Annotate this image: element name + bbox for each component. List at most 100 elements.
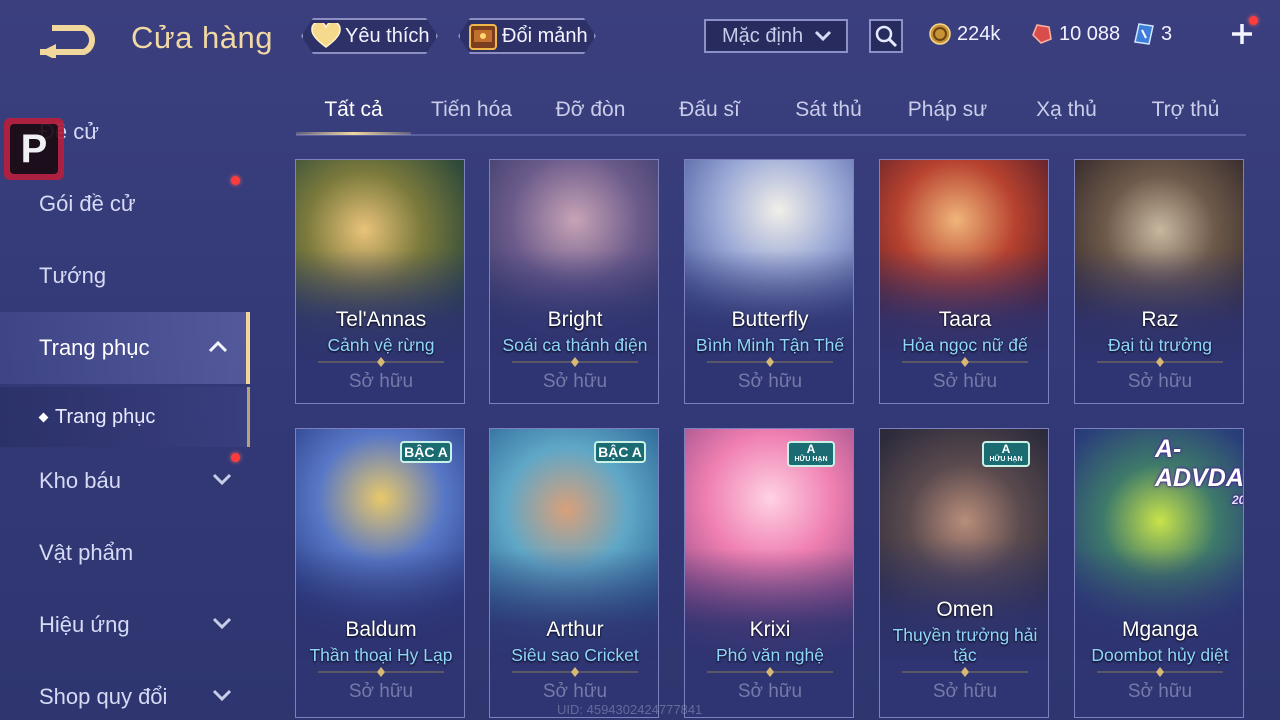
chevron-down-icon [212, 617, 232, 630]
ornament-divider [318, 667, 444, 677]
gold-balance: 224k [929, 20, 1000, 48]
search-button[interactable] [869, 19, 903, 53]
tier-badge-label: A [1001, 442, 1011, 456]
ornament-divider [1097, 667, 1223, 677]
sidebar-item-items[interactable]: Vật phẩm [0, 517, 250, 589]
chevron-up-icon [208, 340, 228, 353]
tier-badge-label: A [806, 442, 816, 456]
category-tabs: Tất cả Tiến hóa Đỡ đòn Đấu sĩ Sát thủ Ph… [296, 92, 1246, 136]
hero-name: Arthur [546, 618, 604, 641]
chevron-down-icon [212, 689, 232, 702]
exchange-shard-button[interactable]: Đổi mảnh [458, 18, 596, 54]
treasure-chest-icon [468, 22, 498, 50]
back-arrow-icon[interactable] [36, 22, 106, 60]
owned-status: Sở hữu [737, 681, 803, 702]
tab-support[interactable]: Trợ thủ [1128, 98, 1243, 134]
hero-name: Krixi [749, 618, 791, 641]
sort-dropdown[interactable]: Mặc định [704, 19, 848, 53]
skin-card[interactable]: BẬC A Baldum Thần thoại Hy Lạp Sở hữu [295, 428, 465, 718]
notification-dot [1249, 16, 1258, 25]
plus-icon [1232, 24, 1252, 44]
hero-name: Mganga [1122, 618, 1198, 641]
skin-name: Doombot hủy diệt [1091, 645, 1229, 665]
limited-label: HỮU HẠN [989, 456, 1023, 463]
sidebar-item-heroes[interactable]: Tướng [0, 240, 250, 312]
skin-name: Cảnh vệ rừng [327, 335, 435, 355]
skin-card[interactable]: Tel'Annas Cảnh vệ rừng Sở hữu [295, 159, 465, 404]
ornament-divider [902, 667, 1028, 677]
skin-card[interactable]: A HỮU HẠN Omen Thuyền trưởng hải tặc Sở … [879, 428, 1049, 718]
skin-card[interactable]: Bright Soái ca thánh điện Sở hữu [489, 159, 659, 404]
skin-card[interactable]: A-ADVDAY 2026 Mganga Doombot hủy diệt Sở… [1074, 428, 1244, 718]
sidebar-item-exchange-shop[interactable]: Shop quy đổi [0, 661, 250, 720]
overlay-logo: P [4, 118, 64, 180]
heart-icon [311, 23, 341, 49]
limited-tier-badge: A HỮU HẠN [787, 441, 835, 467]
tab-evolve[interactable]: Tiến hóa [414, 98, 529, 134]
limited-label: HỮU HẠN [794, 456, 828, 463]
skin-card[interactable]: Butterfly Bình Minh Tận Thế Sở hữu [684, 159, 854, 404]
hero-name: Taara [938, 308, 992, 331]
skin-card[interactable]: Raz Đại tù trưởng Sở hữu [1074, 159, 1244, 404]
ornament-divider [512, 357, 638, 367]
tier-badge: BẬC A [594, 441, 646, 463]
owned-status: Sở hữu [737, 371, 803, 392]
sidebar-item-skins[interactable]: Trang phục [0, 312, 250, 384]
sidebar-item-effects[interactable]: Hiệu ứng [0, 589, 250, 661]
tab-fighter[interactable]: Đấu sĩ [652, 98, 767, 134]
favorite-label: Yêu thích [345, 24, 430, 47]
gold-coin-icon [929, 23, 951, 45]
skin-name: Siêu sao Cricket [511, 645, 639, 665]
skin-name: Phó văn nghệ [715, 645, 824, 665]
event-year: 2026 [1232, 493, 1243, 507]
ornament-divider [1097, 357, 1223, 367]
skin-name: Soái ca thánh điện [502, 335, 648, 355]
add-currency-button[interactable] [1230, 22, 1254, 46]
skin-name: Thuyền trưởng hải tặc [892, 625, 1038, 665]
skin-card[interactable]: BẬC A Arthur Siêu sao Cricket Sở hữu [489, 428, 659, 718]
owned-status: Sở hữu [542, 681, 608, 702]
ticket-value: 3 [1161, 22, 1173, 45]
tab-all[interactable]: Tất cả [296, 98, 411, 134]
tab-tank[interactable]: Đỡ đòn [533, 98, 648, 134]
hero-name: Raz [1141, 308, 1179, 331]
chevron-down-icon [814, 30, 832, 42]
voucher-icon [1032, 24, 1052, 44]
owned-status: Sở hữu [348, 681, 414, 702]
skin-name: Bình Minh Tận Thế [695, 335, 845, 355]
ornament-divider [707, 357, 833, 367]
owned-status: Sở hữu [932, 681, 998, 702]
hero-name: Bright [547, 308, 603, 331]
sidebar-item-label: Trang phục [39, 335, 150, 360]
favorite-button[interactable]: Yêu thích [301, 18, 438, 54]
sidebar-subitem-skins[interactable]: Trang phục [0, 387, 250, 447]
tab-assassin[interactable]: Sát thủ [771, 98, 886, 134]
sidebar: Đề cử Gói đề cử Tướng Trang phục Trang p… [0, 95, 252, 720]
notification-dot [231, 176, 240, 185]
hero-name: Omen [936, 598, 994, 621]
voucher-value: 10 088 [1059, 22, 1121, 45]
chevron-down-icon [212, 473, 232, 486]
skin-name: Thần thoại Hy Lạp [309, 645, 453, 665]
owned-status: Sở hữu [542, 371, 608, 392]
owned-status: Sở hữu [932, 371, 998, 392]
tab-marksman[interactable]: Xạ thủ [1009, 98, 1124, 134]
top-bar: Cửa hàng Yêu thích Đổi mảnh Mặc định 224… [0, 0, 1280, 75]
ticket-balance: 3 [1133, 20, 1172, 48]
sidebar-item-treasure[interactable]: Kho báu [0, 445, 250, 517]
skin-card[interactable]: A HỮU HẠN Krixi Phó văn nghệ Sở hữu [684, 428, 854, 718]
skin-card[interactable]: Taara Hỏa ngọc nữ đế Sở hữu [879, 159, 1049, 404]
sort-value: Mặc định [722, 24, 804, 47]
active-tab-indicator [296, 132, 411, 135]
hero-name: Baldum [345, 618, 417, 641]
logo-letter: P [10, 124, 58, 174]
event-label: A-ADVDAY [1155, 435, 1243, 492]
voucher-balance: 10 088 [1031, 20, 1120, 48]
exchange-label: Đổi mảnh [502, 24, 588, 47]
ornament-divider [318, 357, 444, 367]
sidebar-item-label: Gói đề cử [39, 191, 136, 216]
sidebar-item-label: Vật phẩm [39, 540, 134, 565]
sidebar-subitem-label: Trang phục [55, 405, 156, 428]
tab-mage[interactable]: Pháp sư [890, 98, 1005, 134]
page-title: Cửa hàng [131, 20, 273, 55]
